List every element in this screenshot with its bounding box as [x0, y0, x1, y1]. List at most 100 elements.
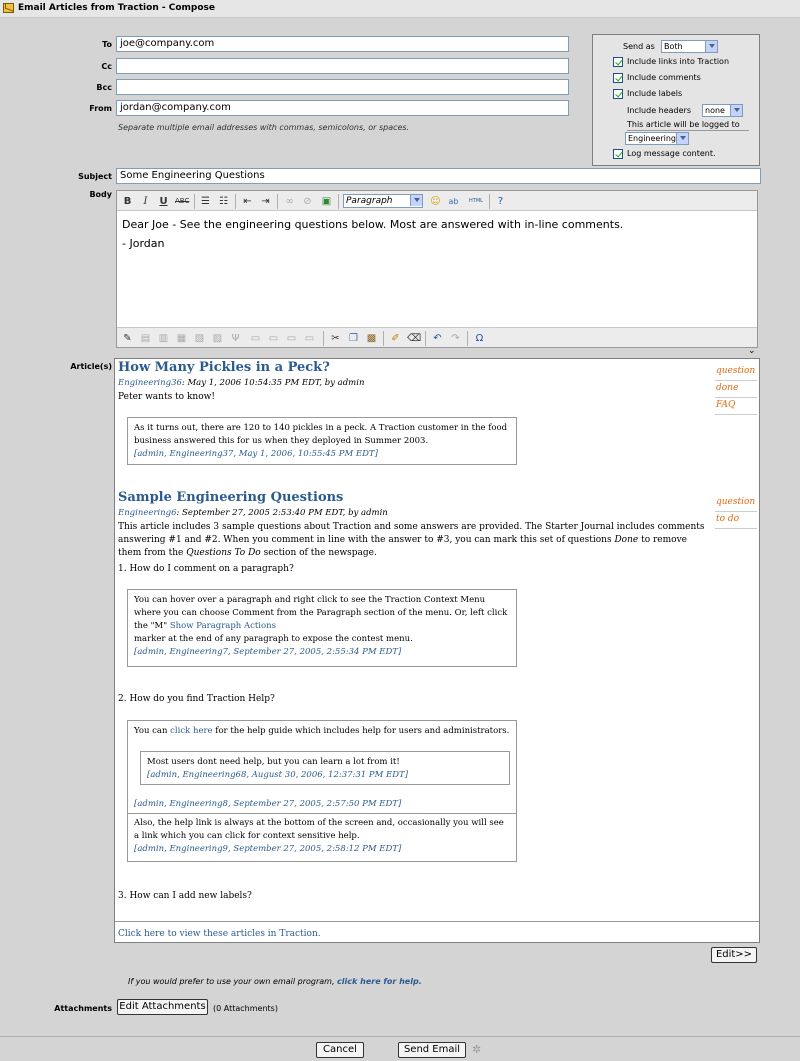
help-icon[interactable]: ? — [494, 195, 507, 208]
format-value: Paragraph — [346, 196, 393, 206]
send-as-select[interactable]: Both — [661, 40, 718, 53]
insert-row-icon[interactable]: ▤ — [139, 332, 152, 345]
split-cell-icon[interactable]: ▨ — [211, 332, 224, 345]
tag-done[interactable]: done — [716, 383, 738, 393]
question-2-nested-comment: Most users dont need help, but you can l… — [140, 751, 510, 785]
format-select[interactable]: Paragraph — [343, 194, 423, 208]
question-2-nested-comment-meta[interactable]: [admin, Engineering68, August 30, 2006, … — [147, 769, 503, 782]
tag-question[interactable]: question — [716, 497, 755, 507]
body-line-1: Dear Joe - See the engineering questions… — [122, 218, 624, 231]
spellcheck-icon[interactable]: ab — [447, 195, 460, 208]
question-1: 1. How do I comment on a paragraph? — [118, 564, 294, 574]
cancel-button[interactable]: Cancel — [316, 1042, 364, 1058]
unordered-list-icon[interactable]: ☷ — [217, 195, 230, 208]
delete-column-icon[interactable]: ▧ — [193, 332, 206, 345]
show-paragraph-actions-link[interactable]: Show Paragraph Actions — [170, 621, 276, 631]
copy-icon[interactable]: ❐ — [347, 332, 360, 345]
tag-faq[interactable]: FAQ — [716, 400, 735, 410]
question-2-followup-meta[interactable]: [admin, Engineering9, September 27, 2005… — [134, 843, 510, 856]
bcc-field[interactable] — [116, 79, 569, 95]
underline-icon[interactable]: U — [157, 195, 170, 208]
question-2-nested-comment-text: Most users dont need help, but you can l… — [147, 757, 400, 767]
row-props-icon[interactable]: ▭ — [285, 332, 298, 345]
tag-question[interactable]: question — [716, 366, 755, 376]
include-comments-checkbox[interactable] — [613, 73, 623, 83]
article-1-id-link[interactable]: Engineering36 — [118, 378, 182, 388]
from-field[interactable]: jordan@company.com — [116, 100, 569, 116]
edit-attachments-button[interactable]: Edit Attachments — [117, 999, 208, 1015]
help-guide-link[interactable]: click here — [170, 726, 212, 736]
article-1-meta: Engineering36: May 1, 2006 10:54:35 PM E… — [118, 377, 364, 390]
include-labels-checkbox[interactable] — [613, 89, 623, 99]
tag-divider — [715, 511, 757, 512]
question-2-comment: You can click here for the help guide wh… — [127, 720, 517, 862]
outdent-icon[interactable]: ⇤ — [241, 195, 254, 208]
eraser-icon[interactable]: ⌫ — [407, 332, 421, 345]
include-links-checkbox[interactable] — [613, 57, 623, 67]
subject-field[interactable]: Some Engineering Questions — [116, 168, 761, 184]
window-title-bar: Email Articles from Traction - Compose — [0, 0, 800, 18]
window-title: Email Articles from Traction - Compose — [18, 3, 215, 13]
article-1-title[interactable]: How Many Pickles in a Peck? — [118, 361, 330, 374]
articles-panel: How Many Pickles in a Peck? Engineering3… — [114, 358, 760, 943]
attachments-label: Attachments — [54, 1004, 112, 1013]
cc-field[interactable] — [116, 58, 569, 74]
include-headers-label: Include headers — [627, 106, 692, 115]
article-2-id-link[interactable]: Engineering6 — [118, 508, 176, 518]
body-text-area[interactable]: Dear Joe - See the engineering questions… — [117, 212, 757, 326]
log-content-checkbox[interactable] — [613, 149, 623, 159]
article-2-title[interactable]: Sample Engineering Questions — [118, 491, 343, 504]
ordered-list-icon[interactable]: ☰ — [199, 195, 212, 208]
articles-divider — [115, 921, 759, 922]
attachments-count: (0 Attachments) — [213, 1004, 278, 1013]
insert-column-icon[interactable]: ▦ — [175, 332, 188, 345]
smiley-icon[interactable]: ☺ — [429, 195, 442, 208]
article-2-meta: Engineering6: September 27, 2005 2:53:40… — [118, 507, 388, 520]
view-in-traction-link[interactable]: Click here to view these articles in Tra… — [118, 928, 321, 941]
undo-icon[interactable]: ↶ — [431, 332, 444, 345]
cut-icon[interactable]: ✂ — [329, 332, 342, 345]
to-field[interactable]: joe@company.com — [116, 36, 569, 52]
cell-props-icon[interactable]: ▭ — [267, 332, 280, 345]
edit-table-icon[interactable]: ✎ — [121, 332, 134, 345]
bold-icon[interactable]: B — [121, 195, 134, 208]
question-2-followup-text: Also, the help link is always at the bot… — [134, 818, 504, 841]
unlink-icon[interactable]: ⊘ — [301, 195, 314, 208]
footer-divider — [0, 1036, 800, 1037]
strikethrough-icon[interactable]: ABC — [175, 195, 189, 208]
redo-icon[interactable]: ↷ — [449, 332, 462, 345]
delete-row-icon[interactable]: ▥ — [157, 332, 170, 345]
italic-icon[interactable]: I — [139, 195, 152, 208]
question-1-comment-meta[interactable]: [admin, Engineering7, September 27, 2005… — [134, 646, 510, 659]
question-2-comment-meta[interactable]: [admin, Engineering8, September 27, 2005… — [134, 798, 401, 811]
column-props-icon[interactable]: ▭ — [303, 332, 316, 345]
article-2-body: This article includes 3 sample questions… — [118, 521, 710, 560]
insert-image-icon[interactable]: ▣ — [320, 195, 333, 208]
envelope-icon — [3, 3, 14, 13]
logged-to-select[interactable]: Engineering — [625, 132, 689, 145]
question-1-comment-text-2: marker at the end of any paragraph to ex… — [134, 634, 413, 644]
article-2-body-todo: Questions To Do — [186, 548, 261, 558]
expand-chevron-icon[interactable]: ⌄ — [748, 346, 756, 356]
table-props-icon[interactable]: ▭ — [249, 332, 262, 345]
tag-to-do[interactable]: to do — [716, 514, 739, 524]
merge-cell-icon[interactable]: Ψ — [229, 332, 242, 345]
article-1-body: Peter wants to know! — [118, 392, 215, 402]
link-icon[interactable]: ∞ — [283, 195, 296, 208]
own-program-hint: If you would prefer to use your own emai… — [128, 977, 422, 986]
paste-icon[interactable]: ▩ — [365, 332, 378, 345]
send-email-button[interactable]: Send Email — [398, 1042, 466, 1058]
article-1-comment-text: As it turns out, there are 120 to 140 pi… — [134, 423, 508, 446]
indent-icon[interactable]: ⇥ — [259, 195, 272, 208]
question-3: 3. How can I add new labels? — [118, 891, 252, 901]
logged-to-value: Engineering — [628, 134, 676, 143]
include-headers-select[interactable]: none — [702, 104, 743, 117]
include-labels-label: Include labels — [627, 89, 683, 98]
clean-format-icon[interactable]: ✐ — [389, 332, 402, 345]
special-char-icon[interactable]: Ω — [473, 332, 486, 345]
from-label: From — [89, 104, 112, 113]
own-program-help-link[interactable]: click here for help. — [337, 977, 422, 986]
html-source-icon[interactable]: HTML — [467, 195, 485, 208]
edit-articles-button[interactable]: Edit>> — [711, 947, 757, 963]
article-1-comment-meta[interactable]: [admin, Engineering37, May 1, 2006, 10:5… — [134, 448, 510, 461]
